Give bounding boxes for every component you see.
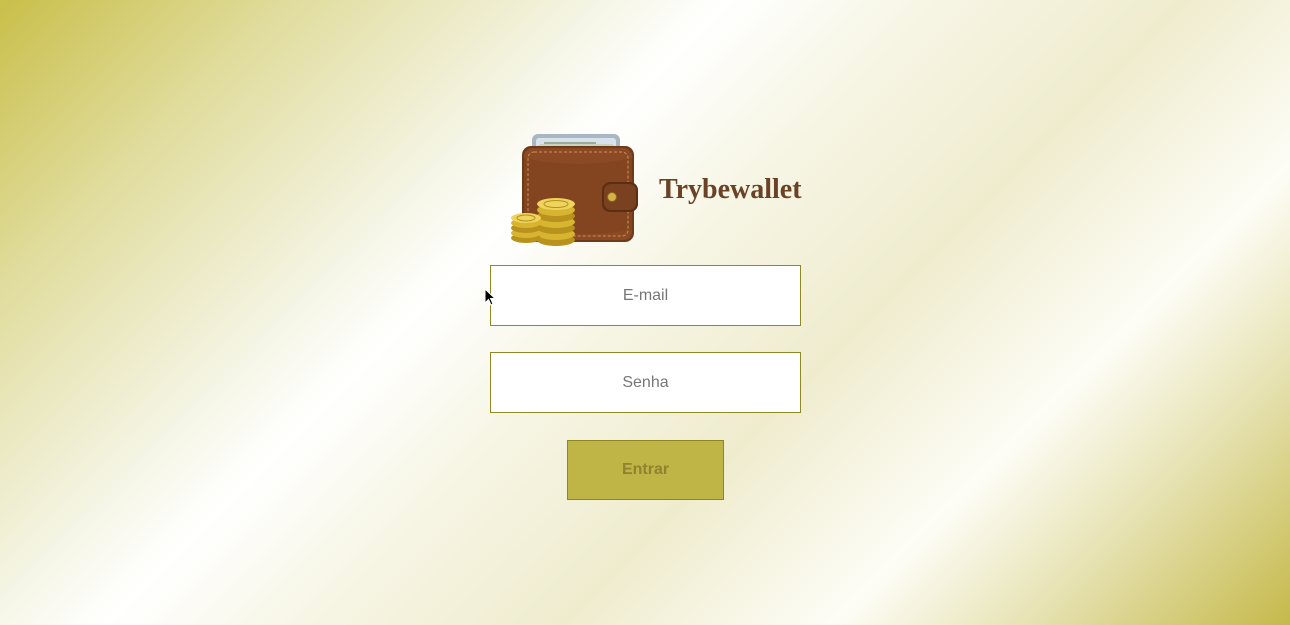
email-field[interactable]	[490, 265, 801, 326]
app-title: Trybewallet	[659, 174, 802, 205]
login-button[interactable]: Entrar	[567, 440, 724, 500]
password-field[interactable]	[490, 352, 801, 413]
wallet-icon	[511, 134, 638, 246]
logo-header: Trybewallet	[508, 130, 818, 252]
